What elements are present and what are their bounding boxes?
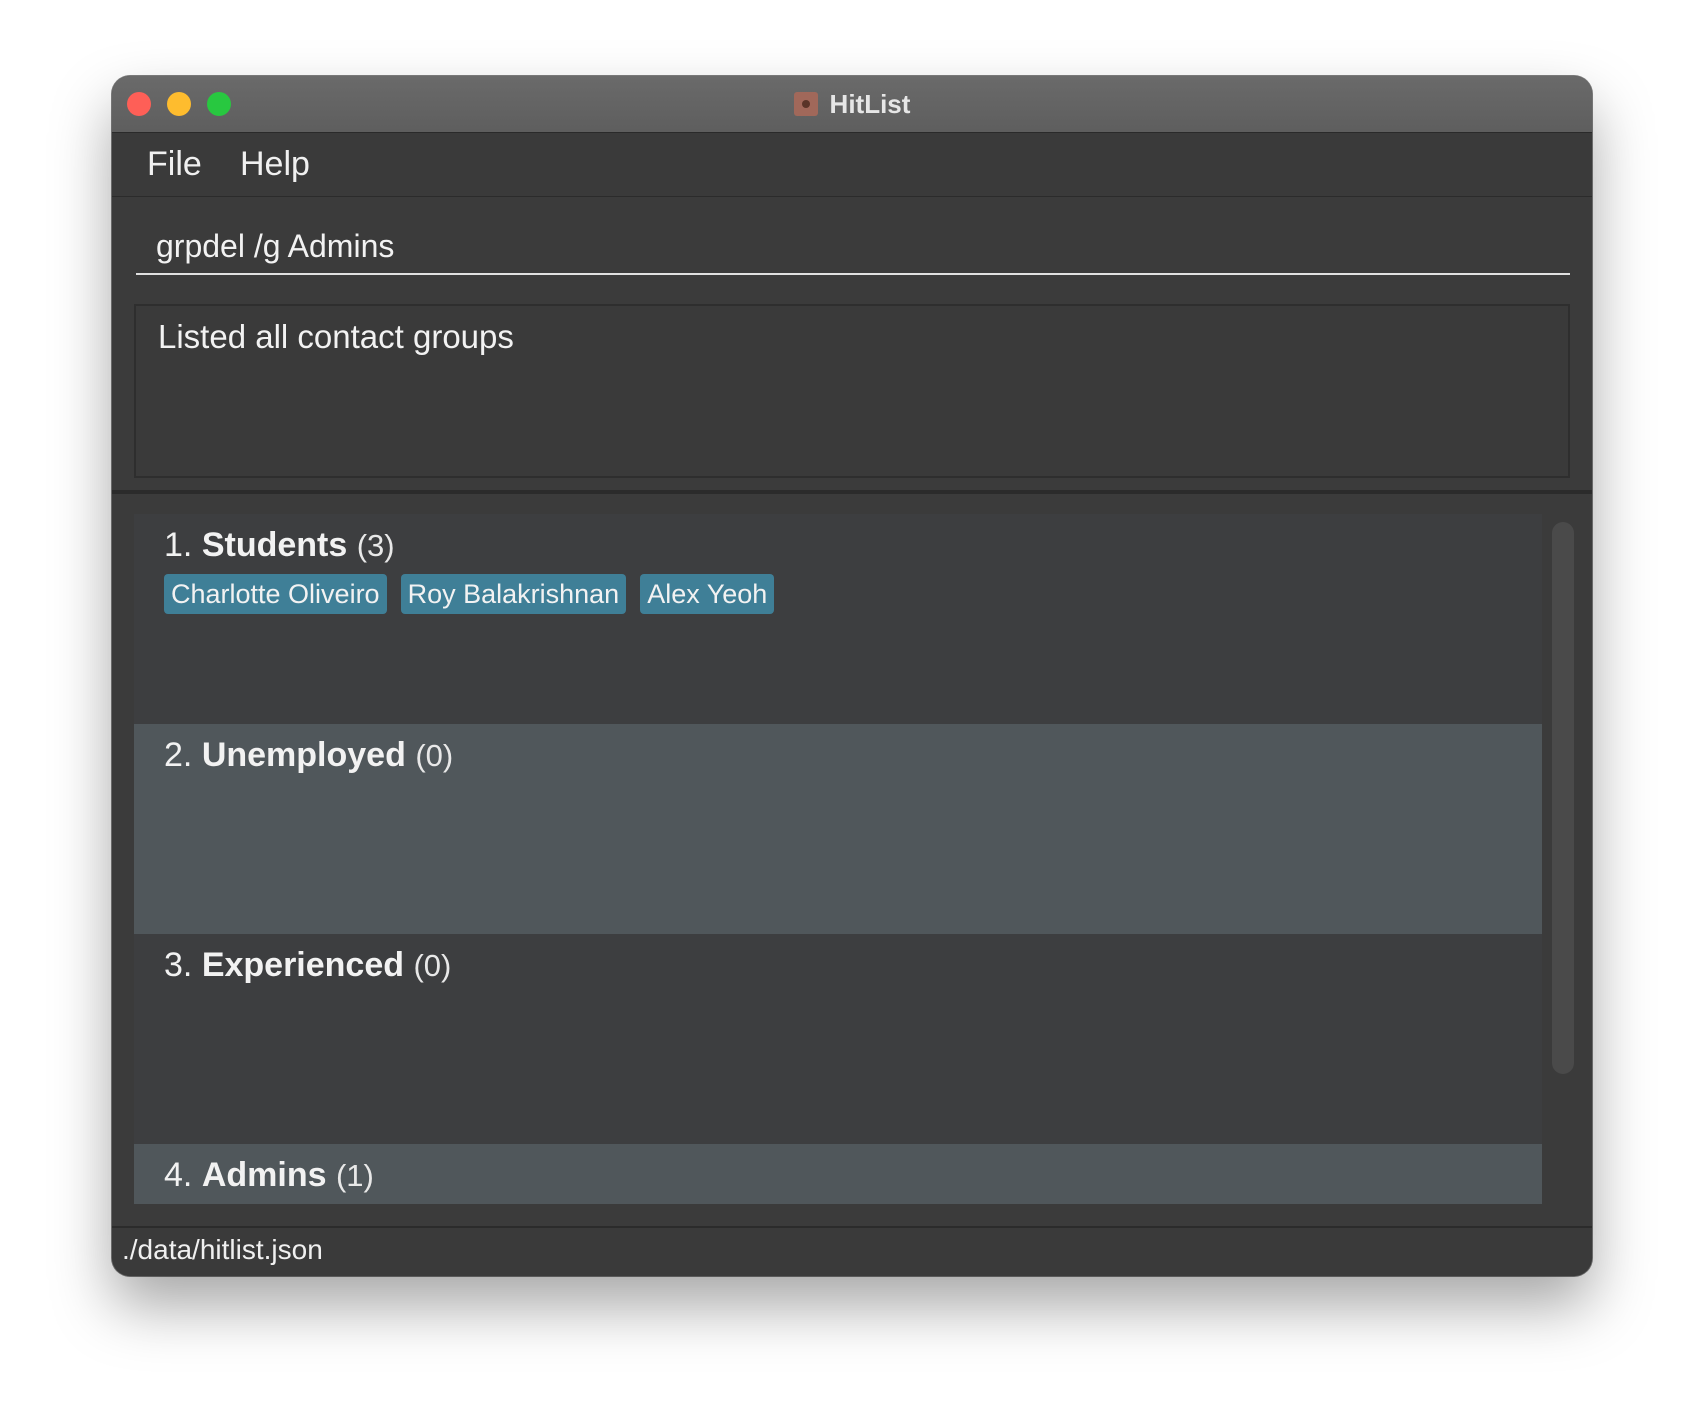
data-file-path: ./data/hitlist.json [122,1234,323,1265]
group-count: (3) [356,528,395,563]
group-count: (0) [413,948,452,983]
title-bar: HitList [112,76,1592,133]
group-index: 4. [164,1156,193,1194]
hitlist-app-icon [793,92,818,116]
group-count: (1) [335,1158,374,1193]
app-window: HitList File Help grpdel /g Admins Liste… [112,76,1592,1276]
group-count: (0) [415,738,454,773]
window-title-area: HitList [112,76,1592,132]
menu-help[interactable]: Help [240,145,310,184]
menu-file[interactable]: File [147,145,202,184]
command-input[interactable]: grpdel /g Admins [136,217,1570,275]
group-card-students[interactable]: 1. Students (3) Charlotte Oliveiro Roy B… [134,514,1542,724]
group-name: Experienced [201,946,405,984]
group-header: 3. Experienced (0) [164,946,451,985]
group-card-admins[interactable]: 4. Admins (1) [134,1144,1542,1204]
member-tags: Charlotte Oliveiro Roy Balakrishnan Alex… [164,574,775,614]
group-index: 2. [164,736,193,774]
list-scrollbar[interactable] [1552,522,1574,1074]
group-index: 3. [164,946,193,984]
member-tag: Roy Balakrishnan [400,574,627,614]
panel-divider [112,490,1592,494]
member-tag: Alex Yeoh [640,574,775,614]
group-list[interactable]: 1. Students (3) Charlotte Oliveiro Roy B… [134,514,1542,1204]
group-header: 4. Admins (1) [164,1156,374,1195]
group-card-unemployed[interactable]: 2. Unemployed (0) [134,724,1542,934]
group-header: 1. Students (3) [164,526,395,565]
menu-bar: File Help [112,133,1592,197]
group-card-experienced[interactable]: 3. Experienced (0) [134,934,1542,1144]
member-tag: Charlotte Oliveiro [164,574,387,614]
result-message: Listed all contact groups [158,318,514,355]
group-name: Admins [201,1156,327,1194]
result-display: Listed all contact groups [134,304,1570,478]
status-bar: ./data/hitlist.json [112,1226,1592,1276]
group-name: Students [201,526,348,564]
group-name: Unemployed [201,736,406,774]
window-title: HitList [829,88,911,119]
group-header: 2. Unemployed (0) [164,736,453,775]
group-index: 1. [164,526,193,564]
